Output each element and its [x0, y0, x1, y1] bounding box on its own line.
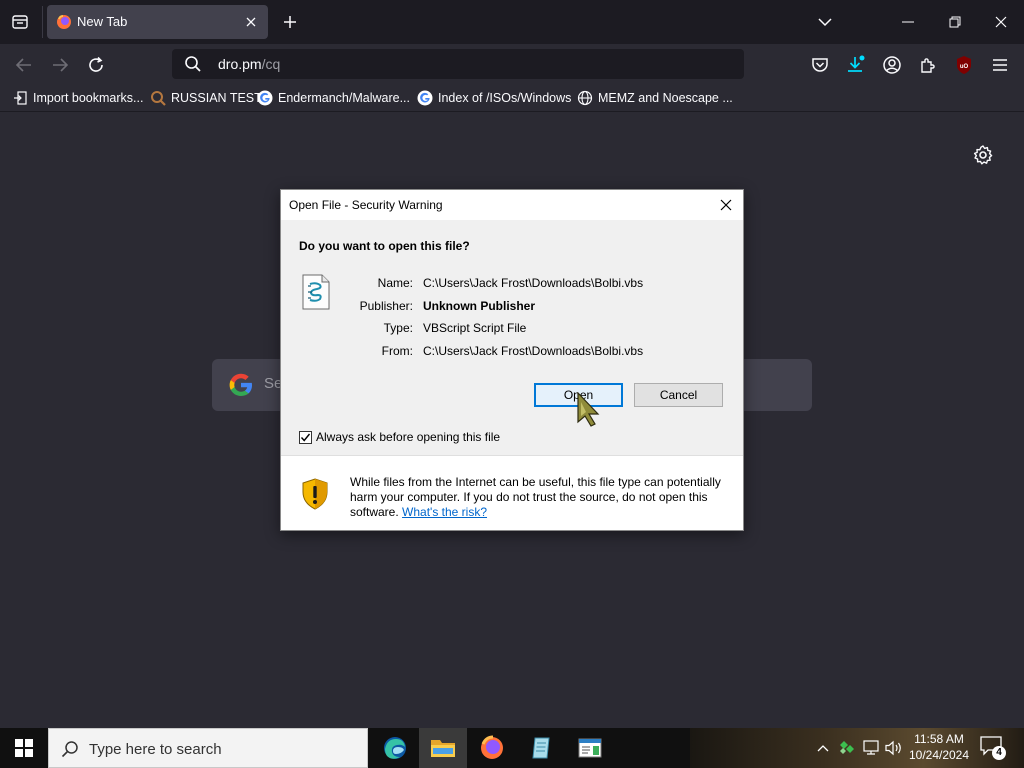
windows-taskbar: Type here to search 11:58 AM 10/24/2024 …: [0, 728, 1024, 768]
url-bar[interactable]: dro.pm/cq: [172, 49, 744, 79]
network-icon[interactable]: [861, 738, 881, 758]
tab-new-tab[interactable]: New Tab: [47, 5, 268, 39]
tab-close-icon[interactable]: [242, 13, 260, 31]
reload-icon[interactable]: [83, 52, 109, 78]
always-ask-checkbox-row[interactable]: Always ask before opening this file: [299, 430, 500, 444]
notification-count-badge: 4: [992, 746, 1006, 760]
navigation-toolbar: dro.pm/cq uO: [0, 44, 1024, 84]
warning-text-block: While files from the Internet can be use…: [350, 475, 730, 520]
google-favicon-icon: [417, 90, 433, 106]
tab-separator: [42, 6, 43, 38]
new-tab-plus-icon[interactable]: [278, 10, 302, 34]
security-warning-dialog: Open File - Security Warning Do you want…: [280, 189, 744, 531]
security-tray-icon[interactable]: [837, 738, 857, 758]
cancel-button[interactable]: Cancel: [634, 383, 723, 407]
close-window-icon[interactable]: [986, 8, 1016, 36]
url-host: dro.pm: [218, 56, 262, 72]
url-path: /cq: [261, 56, 281, 72]
start-windows-icon[interactable]: [0, 728, 48, 768]
system-clock[interactable]: 11:58 AM 10/24/2024: [904, 731, 974, 763]
prop-label: Name:: [377, 276, 413, 290]
tab-title: New Tab: [77, 14, 128, 29]
bookmark-label: Endermanch/Malware...: [278, 91, 411, 105]
bookmark-label: MEMZ and Noescape ...: [598, 91, 733, 105]
bookmark-label: Index of /ISOs/Windows: [438, 91, 572, 105]
pocket-icon[interactable]: [807, 52, 833, 78]
volume-icon[interactable]: [884, 738, 904, 758]
custom-cursor-icon: [577, 392, 600, 427]
firefox-taskbar-icon[interactable]: [468, 728, 516, 768]
back-arrow-icon[interactable]: [11, 52, 37, 78]
dialog-warning-footer: While files from the Internet can be use…: [281, 455, 743, 530]
prop-label: Type:: [383, 321, 413, 335]
always-ask-checkbox[interactable]: [299, 430, 312, 444]
svg-text:uO: uO: [960, 64, 969, 70]
minimize-icon[interactable]: [893, 8, 923, 36]
tab-list-icon[interactable]: [8, 10, 32, 34]
google-favicon-icon: [257, 90, 273, 106]
url-text: dro.pm/cq: [218, 56, 280, 72]
forward-arrow-icon[interactable]: [47, 52, 73, 78]
bookmark-endermanch[interactable]: Endermanch/Malware...: [257, 89, 410, 107]
prop-label: From:: [381, 344, 413, 358]
bookmark-russian-test[interactable]: RUSSIAN TEST: [150, 89, 262, 107]
prop-value: VBScript Script File: [423, 321, 527, 335]
bookmark-memz[interactable]: MEMZ and Noescape ...: [577, 89, 733, 107]
magnifier-favicon-icon: [150, 90, 166, 106]
menu-hamburger-icon[interactable]: [987, 52, 1013, 78]
bookmarks-toolbar: Import bookmarks... RUSSIAN TEST Enderma…: [0, 84, 1024, 112]
warning-shield-icon: [302, 478, 328, 510]
prop-label: Publisher:: [359, 299, 413, 313]
downloads-icon[interactable]: [842, 52, 868, 78]
clock-time: 11:58 AM: [914, 732, 964, 746]
search-icon: [185, 56, 201, 72]
bookmark-index-isos[interactable]: Index of /ISOs/Windows: [417, 89, 571, 107]
dialog-titlebar: Open File - Security Warning: [281, 190, 743, 220]
browser-tab-bar: New Tab: [0, 0, 1024, 44]
edge-icon[interactable]: [371, 728, 419, 768]
taskbar-search-placeholder: Type here to search: [89, 741, 222, 758]
prop-value: C:\Users\Jack Frost\Downloads\Bolbi.vbs: [423, 344, 644, 358]
bookmark-label: Import bookmarks...: [33, 91, 144, 105]
google-logo-icon: [229, 373, 252, 396]
extensions-icon[interactable]: [915, 52, 941, 78]
settings-gear-icon[interactable]: [972, 144, 994, 166]
restore-icon[interactable]: [940, 8, 970, 36]
file-explorer-icon[interactable]: [419, 728, 467, 768]
show-hidden-icons-chevron-icon[interactable]: [813, 738, 833, 758]
globe-icon: [577, 90, 593, 106]
dialog-title: Open File - Security Warning: [289, 198, 443, 212]
bookmark-import[interactable]: Import bookmarks...: [12, 89, 143, 107]
taskbar-search-box[interactable]: Type here to search: [48, 728, 368, 768]
dialog-question: Do you want to open this file?: [299, 239, 470, 253]
clock-date: 10/24/2024: [908, 748, 970, 762]
account-icon[interactable]: [879, 52, 905, 78]
search-icon: [61, 741, 78, 758]
app-window-icon[interactable]: [566, 728, 614, 768]
firefox-icon: [57, 15, 71, 29]
prop-value: Unknown Publisher: [423, 299, 536, 313]
ublock-origin-icon[interactable]: uO: [951, 52, 977, 78]
bookmark-label: RUSSIAN TEST: [171, 91, 262, 105]
notepad-icon[interactable]: [517, 728, 565, 768]
prop-value: C:\Users\Jack Frost\Downloads\Bolbi.vbs: [423, 276, 644, 290]
vbscript-file-icon: [302, 274, 330, 310]
checkbox-label: Always ask before opening this file: [316, 430, 501, 444]
import-icon: [12, 90, 28, 106]
list-all-tabs-chevron-icon[interactable]: [810, 8, 840, 36]
notification-center-icon[interactable]: 4: [980, 736, 1006, 760]
dialog-close-icon[interactable]: [715, 194, 737, 216]
whats-the-risk-link[interactable]: What's the risk?: [402, 505, 487, 519]
